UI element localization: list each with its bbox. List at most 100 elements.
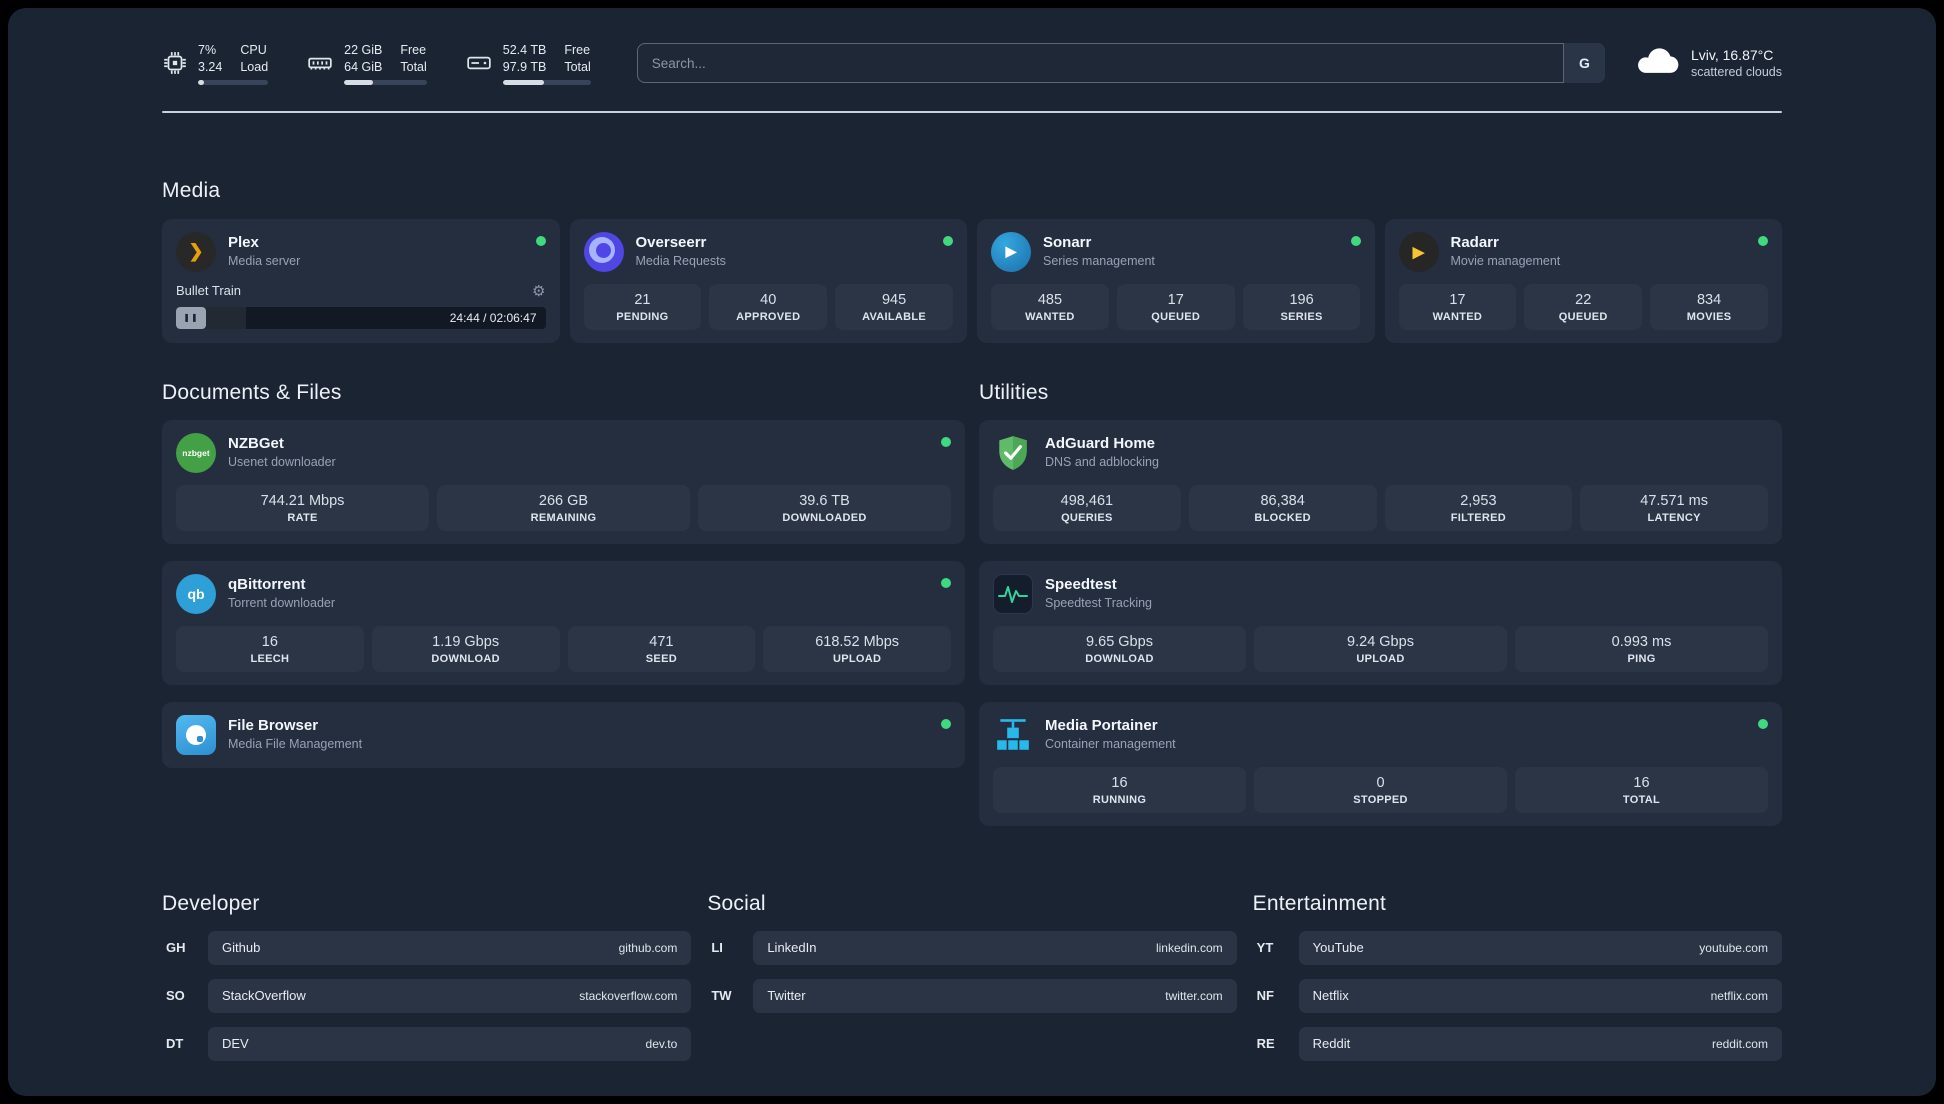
app-description: Container management <box>1045 737 1176 752</box>
bookmark-row: RE Reddit reddit.com <box>1253 1026 1782 1061</box>
plex-now-playing-widget: Bullet Train ⚙ ❚❚ 24:44 / 02:06:47 <box>176 282 546 329</box>
memory-widget: 22 GiB Free 64 GiB Total <box>306 42 427 85</box>
bookmark-link-youtube[interactable]: YouTube youtube.com <box>1298 930 1782 965</box>
stat-tile: 471 SEED <box>567 625 756 672</box>
app-card-sonarr[interactable]: ▶ Sonarr Series management 485 WANTED 17… <box>977 218 1375 343</box>
cpu-load-label: Load <box>240 59 269 74</box>
weather-widget: Lviv, 16.87°C scattered clouds <box>1635 45 1782 82</box>
social-bookmarks: Social LI LinkedIn linkedin.com TW Twitt… <box>707 891 1237 1061</box>
bookmark-abbr: GH <box>166 940 186 956</box>
app-name: qBittorrent <box>228 575 306 593</box>
section-title-documents: Documents & Files <box>162 380 342 404</box>
stat-tile: 21 PENDING <box>583 283 702 330</box>
stat-tile: 834 MOVIES <box>1650 283 1768 330</box>
app-card-filebrowser[interactable]: File Browser Media File Management <box>162 701 965 768</box>
utilities-column: Utilities AdGuard Home DNS and adblockin… <box>979 381 1782 826</box>
sonarr-icon: ▶ <box>991 231 1031 272</box>
stat-tile: 86,384 BLOCKED <box>1188 484 1377 531</box>
app-card-adguard[interactable]: AdGuard Home DNS and adblocking 498,461 … <box>979 419 1782 544</box>
app-name: Media Portainer <box>1045 716 1158 734</box>
adguard-icon <box>993 433 1033 473</box>
stat-tile: 16 LEECH <box>176 625 364 672</box>
disk-usage-bar <box>502 79 591 85</box>
status-dot <box>941 718 951 729</box>
topbar-divider <box>162 110 1782 113</box>
app-description: Media File Management <box>228 737 363 752</box>
stat-tile: 22 QUEUED <box>1524 283 1643 330</box>
portainer-icon <box>993 715 1033 755</box>
status-dot <box>941 577 951 588</box>
app-name: AdGuard Home <box>1045 434 1156 452</box>
cpu-icon <box>162 50 188 76</box>
playback-progress-bar[interactable]: ❚❚ 24:44 / 02:06:47 <box>176 306 546 329</box>
bookmark-row: DT DEV dev.to <box>162 1026 692 1061</box>
bookmark-link-reddit[interactable]: Reddit reddit.com <box>1298 1026 1782 1061</box>
bookmark-link-linkedin[interactable]: LinkedIn linkedin.com <box>753 930 1237 965</box>
search-input[interactable] <box>636 43 1605 84</box>
bookmark-abbr: LI <box>711 940 723 956</box>
app-card-portainer[interactable]: Media Portainer Container management 16 … <box>979 701 1782 826</box>
app-description: Torrent downloader <box>228 596 336 611</box>
memory-icon <box>306 50 334 76</box>
memory-free: 22 GiB <box>344 43 383 57</box>
cpu-load: 3.24 <box>198 59 223 74</box>
settings-gear-icon[interactable]: ⚙ <box>532 282 545 300</box>
stat-tile: 39.6 TB DOWNLOADED <box>698 484 951 531</box>
bookmark-link-stackoverflow[interactable]: StackOverflow stackoverflow.com <box>208 978 692 1013</box>
bookmark-link-twitter[interactable]: Twitter twitter.com <box>753 978 1237 1013</box>
stat-tile: 485 WANTED <box>991 283 1109 330</box>
app-description: Speedtest Tracking <box>1045 596 1153 611</box>
bookmark-row: NF Netflix netflix.com <box>1253 978 1782 1013</box>
filebrowser-icon <box>176 714 216 755</box>
stat-tile: 40 APPROVED <box>709 283 828 330</box>
disk-free: 52.4 TB <box>502 43 547 57</box>
bookmark-abbr: DT <box>166 1036 184 1052</box>
stat-tile: 0 STOPPED <box>1254 766 1507 813</box>
app-name: File Browser <box>228 716 319 734</box>
radarr-icon: ▶ <box>1398 231 1439 272</box>
status-dot <box>1758 235 1768 246</box>
disk-total: 97.9 TB <box>502 59 547 74</box>
cpu-widget: 7% CPU 3.24 Load <box>162 42 269 85</box>
developer-bookmarks: Developer GH Github github.com SO StackO… <box>162 892 692 1061</box>
app-card-qbittorrent[interactable]: qb qBittorrent Torrent downloader 16 LEE… <box>162 560 965 685</box>
stat-tile: 16 RUNNING <box>993 766 1246 813</box>
disk-icon <box>465 50 493 76</box>
search-engine-button[interactable]: G <box>1562 43 1605 84</box>
playback-time: 24:44 / 02:06:47 <box>449 310 537 325</box>
stat-tile: 744.21 Mbps RATE <box>176 484 429 531</box>
bookmark-row: GH Github github.com <box>162 930 692 965</box>
stat-tile: 196 SERIES <box>1242 283 1361 330</box>
app-name: Overseerr <box>635 233 707 251</box>
app-card-plex[interactable]: ❯ Plex Media server Bullet Train ⚙ ❚❚ 24… <box>162 218 560 343</box>
speedtest-icon <box>993 573 1033 614</box>
app-name: Speedtest <box>1045 575 1117 593</box>
pause-button[interactable]: ❚❚ <box>176 306 206 329</box>
bookmark-row: TW Twitter twitter.com <box>707 978 1237 1013</box>
stat-tile: 17 QUEUED <box>1116 283 1235 330</box>
app-card-nzbget[interactable]: nzbget NZBGet Usenet downloader 744.21 M… <box>162 419 965 544</box>
entertainment-bookmarks: Entertainment YT YouTube youtube.com NF … <box>1253 892 1782 1061</box>
bookmark-link-netflix[interactable]: Netflix netflix.com <box>1298 978 1782 1013</box>
section-title-utilities: Utilities <box>979 380 1049 404</box>
section-title-social: Social <box>707 891 766 915</box>
app-name: Sonarr <box>1043 233 1092 251</box>
app-card-overseerr[interactable]: Overseerr Media Requests 21 PENDING 40 A… <box>569 218 967 343</box>
status-dot <box>1758 718 1768 729</box>
status-dot <box>535 235 546 246</box>
status-dot <box>1350 235 1361 246</box>
weather-location: Lviv, 16.87°C <box>1690 47 1774 64</box>
app-card-radarr[interactable]: ▶ Radarr Movie management 17 WANTED 22 Q… <box>1384 218 1782 343</box>
status-dot <box>943 235 953 246</box>
app-card-speedtest[interactable]: Speedtest Speedtest Tracking 9.65 Gbps D… <box>979 560 1782 685</box>
stat-tile: 266 GB REMAINING <box>437 484 690 531</box>
app-name: Radarr <box>1450 233 1499 251</box>
stat-tile: 618.52 Mbps UPLOAD <box>763 625 951 672</box>
bookmark-link-dev[interactable]: DEV dev.to <box>208 1026 692 1061</box>
bookmark-link-github[interactable]: Github github.com <box>208 930 692 965</box>
bookmark-row: SO StackOverflow stackoverflow.com <box>162 978 692 1013</box>
memory-total-label: Total <box>400 59 427 74</box>
cpu-usage-bar <box>198 79 269 85</box>
app-description: Usenet downloader <box>228 455 336 470</box>
documents-column: Documents & Files nzbget NZBGet Usenet d… <box>162 381 965 768</box>
